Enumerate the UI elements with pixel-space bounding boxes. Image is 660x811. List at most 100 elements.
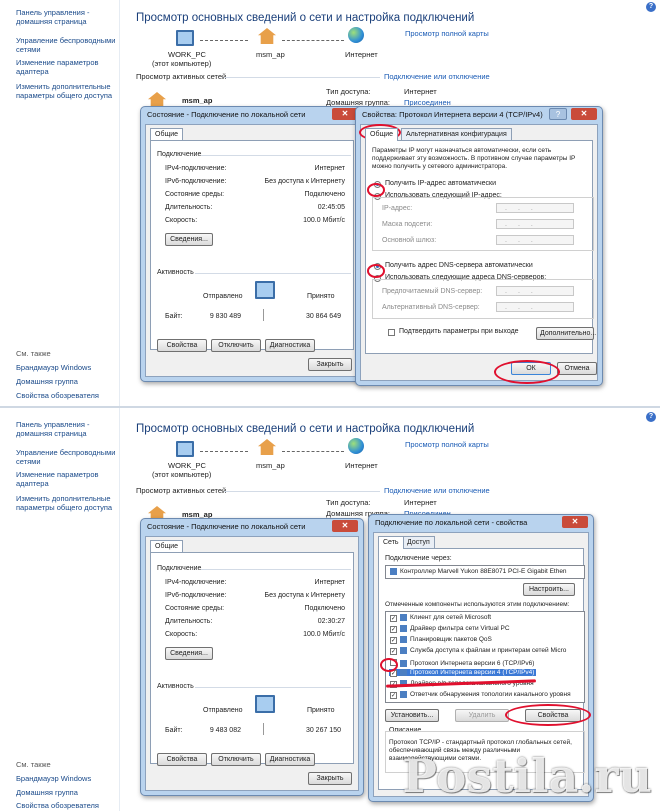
auto-dns-label: Получить адрес DNS-сервера автоматически (385, 262, 533, 269)
sidebar-home-link[interactable]: Панель управления - домашняя страница (16, 8, 116, 26)
status-row-value: 02:45:05 (317, 204, 345, 211)
bytes-sent: 9 483 082 (209, 727, 241, 734)
status-row-value: Интернет (314, 165, 345, 172)
properties-button[interactable]: Свойства (157, 339, 207, 352)
component-icon (400, 647, 407, 654)
subnet-mask-input[interactable]: ... (496, 219, 574, 229)
footer-firewall-link[interactable]: Брандмауэр Windows (16, 774, 116, 783)
screenshot-bottom: Панель управления - домашняя страница Уп… (0, 408, 660, 811)
auto-ip-label: Получить IP-адрес автоматически (385, 180, 497, 187)
sidebar-item-sharing[interactable]: Изменить дополнительные параметры общего… (16, 82, 116, 100)
node-ap-label: msm_ap (256, 461, 285, 470)
see-also-heading: См. также (16, 760, 51, 769)
list-item[interactable]: Протокол Интернета версии 6 (TCP/IPv6) (390, 658, 534, 667)
node-pc-label: WORK_PC (168, 461, 206, 470)
remove-button[interactable]: Удалить (455, 709, 509, 722)
full-map-link[interactable]: Просмотр полной карты (405, 29, 489, 38)
preferred-dns-input[interactable]: ... (496, 286, 574, 296)
status-row-label: Состояние среды: (165, 191, 225, 198)
tab-network[interactable]: Сеть (378, 536, 404, 549)
cancel-button[interactable]: Отмена (557, 362, 597, 375)
see-also-heading: См. также (16, 349, 51, 358)
access-type-value: Интернет (404, 498, 437, 507)
close-button[interactable]: Закрыть (308, 772, 352, 785)
node-pc-sub: (этот компьютер) (152, 470, 212, 479)
footer-browser-link[interactable]: Свойства обозревателя (16, 801, 116, 810)
network-activity-icon (255, 695, 275, 713)
connect-disconnect-link[interactable]: Подключение или отключение (384, 72, 490, 81)
list-item[interactable]: ✓ Клиент для сетей Microsoft (390, 614, 491, 623)
footer-browser-link[interactable]: Свойства обозревателя (16, 391, 116, 400)
validate-label: Подтвердить параметры при выходе (399, 328, 519, 335)
footer-homegroup-link[interactable]: Домашняя группа (16, 788, 116, 797)
close-icon[interactable]: ✕ (332, 520, 358, 532)
router-icon (258, 28, 276, 44)
page-title: Просмотр основных сведений о сети и наст… (136, 12, 475, 24)
full-map-link[interactable]: Просмотр полной карты (405, 440, 489, 449)
bytes-received: 30 864 649 (305, 313, 341, 320)
status-row-value: Подключено (304, 605, 345, 612)
adapter-name: Контроллер Marvell Yukon 88E8071 PCI-E G… (390, 568, 567, 575)
highlight-ring-properties (505, 704, 591, 726)
status-dialog-title: Состояние - Подключение по локальной сет… (147, 522, 306, 531)
install-button[interactable]: Установить... (385, 709, 439, 722)
status-dialog: Состояние - Подключение по локальной сет… (140, 106, 364, 382)
internet-globe-icon (348, 438, 364, 454)
list-item[interactable]: ✓ Ответчик обнаружения топологии канально… (390, 691, 571, 700)
gateway-input[interactable]: ... (496, 235, 574, 245)
list-item[interactable]: ✓ Драйвер фильтра сети Virtual PC (390, 625, 510, 634)
properties-button[interactable]: Свойства (157, 753, 207, 766)
sidebar: Панель управления - домашняя страница Уп… (0, 0, 120, 406)
alternate-dns-label: Альтернативный DNS-сервер: (382, 304, 480, 311)
sidebar-item-wireless[interactable]: Управление беспроводными сетями (16, 36, 116, 54)
close-icon[interactable]: ✕ (571, 108, 597, 120)
status-row-value: 100.0 Мбит/с (303, 217, 345, 224)
status-row-label: Скорость: (165, 631, 198, 638)
diagnose-button[interactable]: Диагностика (265, 753, 315, 766)
activity-heading: Активность (157, 269, 194, 276)
bytes-label: Байт: (165, 313, 183, 320)
diagnose-button[interactable]: Диагностика (265, 339, 315, 352)
disable-button[interactable]: Отключить (211, 753, 261, 766)
sent-label: Отправлено (203, 293, 243, 300)
router-icon (258, 439, 276, 455)
status-row-label: IPv6-подключение: (165, 178, 227, 185)
sidebar-home-link[interactable]: Панель управления - домашняя страница (16, 420, 116, 438)
components-list[interactable]: ✓ Клиент для сетей Microsoft ✓ Драйвер фил… (385, 611, 585, 703)
close-button[interactable]: Закрыть (308, 358, 352, 371)
validate-checkbox[interactable] (388, 329, 395, 336)
status-row-label: Длительность: (165, 204, 213, 211)
footer-firewall-link[interactable]: Брандмауэр Windows (16, 363, 116, 372)
sidebar-item-sharing[interactable]: Изменить дополнительные параметры общего… (16, 494, 116, 512)
help-icon[interactable]: ? (646, 2, 656, 12)
close-icon[interactable]: ✕ (562, 516, 588, 528)
status-dialog-title: Состояние - Подключение по локальной сет… (147, 110, 306, 119)
sidebar-item-wireless[interactable]: Управление беспроводными сетями (16, 448, 116, 466)
sidebar-item-adapter[interactable]: Изменение параметров адаптера (16, 58, 116, 76)
tab-general[interactable]: Общие (365, 128, 399, 141)
details-button[interactable]: Сведения... (165, 233, 213, 246)
node-pc-sub: (этот компьютер) (152, 59, 212, 68)
list-item[interactable]: ✓ Планировщик пакетов QoS (390, 636, 492, 645)
advanced-button[interactable]: Дополнительно... (536, 327, 596, 340)
internet-globe-icon (348, 27, 364, 43)
connect-disconnect-link[interactable]: Подключение или отключение (384, 486, 490, 495)
configure-button[interactable]: Настроить... (523, 583, 575, 596)
ip-address-input[interactable]: ... (496, 203, 574, 213)
alternate-dns-input[interactable]: ... (496, 302, 574, 312)
footer-homegroup-link[interactable]: Домашняя группа (16, 377, 116, 386)
computer-icon (176, 30, 194, 46)
details-button[interactable]: Сведения... (165, 647, 213, 660)
list-item-selected[interactable]: ✓ Протокол Интернета версии 4 (TCP/IPv4) (389, 669, 537, 678)
preferred-dns-label: Предпочитаемый DNS-сервер: (382, 288, 483, 295)
status-row-value: Без доступа к Интернету (264, 178, 345, 185)
component-icon (400, 636, 407, 643)
sidebar-item-adapter[interactable]: Изменение параметров адаптера (16, 470, 116, 488)
node-internet-label: Интернет (345, 50, 378, 59)
list-item[interactable]: ✓ Служба доступа к файлам и принтерам сет… (390, 647, 566, 656)
help-icon[interactable]: ? (646, 412, 656, 422)
help-icon[interactable]: ? (549, 108, 567, 120)
disable-button[interactable]: Отключить (211, 339, 261, 352)
component-icon (400, 691, 407, 698)
activity-heading: Активность (157, 683, 194, 690)
